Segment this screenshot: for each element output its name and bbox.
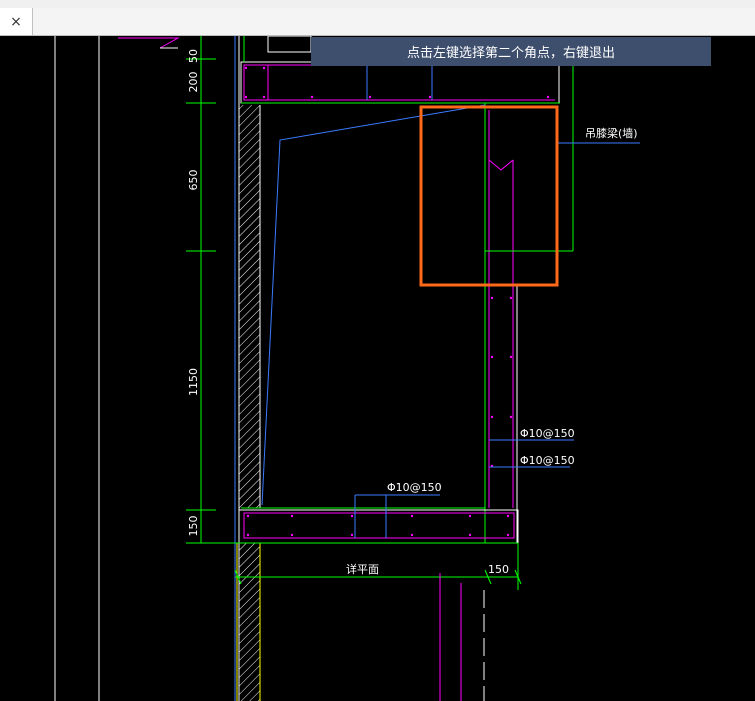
wall-hatch-upper bbox=[239, 105, 260, 508]
rebar-label-1: Φ10@150 bbox=[520, 427, 575, 440]
close-icon[interactable]: × bbox=[0, 8, 33, 35]
parapet-label: 吊膝梁(墙) bbox=[585, 126, 638, 140]
tab-bar: × bbox=[0, 8, 755, 36]
command-prompt-tooltip: 点击左键选择第二个角点，右键退出 bbox=[311, 37, 711, 66]
dim-label-650: 650 bbox=[187, 170, 200, 191]
dim-label-150-vertical: 150 bbox=[187, 516, 200, 537]
dim-label-1150: 1150 bbox=[187, 368, 200, 396]
dim-label-50: 50 bbox=[187, 49, 200, 63]
top-rebar-fragment bbox=[118, 37, 180, 49]
top-slab bbox=[240, 61, 560, 104]
rebar-dots bbox=[244, 66, 550, 537]
cad-canvas[interactable]: 50 200 650 1150 150 Φ10@150 Φ10@150 Φ10@… bbox=[0, 36, 755, 701]
top-detail-box bbox=[267, 36, 312, 53]
beam-hook bbox=[488, 159, 514, 171]
rebar-label-3: Φ10@150 bbox=[387, 481, 442, 494]
section-label: 详平面 bbox=[346, 562, 379, 576]
wall-hatch-lower bbox=[239, 543, 260, 701]
dim-label-150-horizontal: 150 bbox=[488, 563, 509, 576]
leader-blue-diagonal bbox=[261, 104, 486, 506]
top-slab-rebar bbox=[243, 64, 269, 101]
bottom-slab-rebar bbox=[243, 512, 515, 539]
rebar-label-2: Φ10@150 bbox=[520, 454, 575, 467]
dim-label-200: 200 bbox=[187, 72, 200, 93]
